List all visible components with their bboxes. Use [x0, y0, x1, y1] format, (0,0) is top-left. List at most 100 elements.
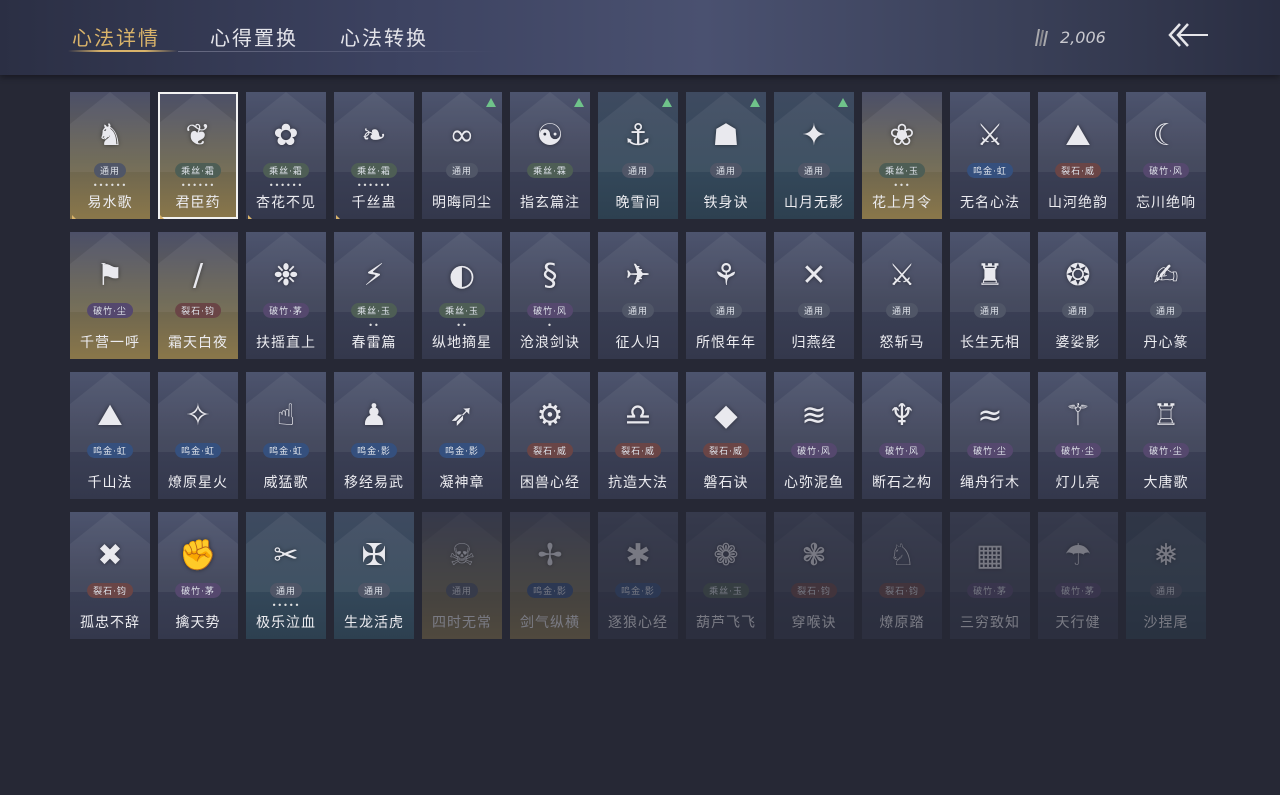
xinfa-card[interactable]: ⛰ 裂石·威 山河绝韵	[1038, 92, 1118, 219]
xinfa-card[interactable]: ⚘ 通用 所恨年年	[686, 232, 766, 359]
xinfa-card[interactable]: ⛰ 鸣金·虹 千山法	[70, 372, 150, 499]
school-badge: 裂石·威	[703, 443, 749, 458]
xinfa-card[interactable]: § 破竹·风 • 沧浪剑诀	[510, 232, 590, 359]
card-name: 大唐歌	[1143, 475, 1189, 491]
xinfa-card[interactable]: ▦ 破竹·茅三穷致知	[950, 512, 1030, 639]
xinfa-card[interactable]: ❂ 通用 婆娑影	[1038, 232, 1118, 359]
xinfa-card[interactable]: ❧ 乘丝·霜 •••••• 千丝蛊	[334, 92, 414, 219]
card-name: 花上月令	[872, 195, 932, 211]
xinfa-card[interactable]: ✢ 鸣金·影 剑气纵横	[510, 512, 590, 639]
tab-xinfa-details[interactable]: 心法详情	[72, 22, 160, 51]
xinfa-card[interactable]: ⚚ 破竹·尘 灯儿亮	[1038, 372, 1118, 499]
xinfa-card[interactable]: ✧ 鸣金·虹 燎原星火	[158, 372, 238, 499]
school-badge: 裂石·威	[1055, 163, 1101, 178]
card-name: 丹心篆	[1143, 335, 1189, 351]
xinfa-emblem-icon: ☗	[712, 118, 740, 153]
xinfa-card[interactable]: ☯ 乘丝·霖 指玄篇注	[510, 92, 590, 219]
xinfa-emblem-icon: ▦	[975, 538, 1005, 573]
xinfa-card[interactable]: ☝ 鸣金·虹 威猛歌	[246, 372, 326, 499]
xinfa-emblem-icon: ∞	[449, 118, 475, 153]
card-name: 磐石诀	[703, 475, 749, 491]
xinfa-card[interactable]: ❅ 通用 沙捏尾	[1126, 512, 1206, 639]
card-name: 征人归	[615, 335, 661, 351]
xinfa-card[interactable]: ♜ 通用 长生无相	[950, 232, 1030, 359]
card-name: 灯儿亮	[1055, 475, 1101, 491]
xinfa-card[interactable]: ♞ 通用 •••••• 易水歌	[70, 92, 150, 219]
xinfa-card[interactable]: ♆ 破竹·风 断石之构	[862, 372, 942, 499]
xinfa-card[interactable]: ❦ 乘丝·霜 •••••• 君臣药	[158, 92, 238, 219]
xinfa-card[interactable]: ∞ 通用 明晦同尘	[422, 92, 502, 219]
card-name: 燎原星火	[168, 475, 228, 491]
xinfa-card[interactable]: ✖ 裂石·钧 孤忠不辞	[70, 512, 150, 639]
xinfa-card[interactable]: ❃ 裂石·钧 穿喉诀	[774, 512, 854, 639]
xinfa-card[interactable]: ✍ 通用 丹心篆	[1126, 232, 1206, 359]
card-name: 归燕经	[791, 335, 837, 351]
tab-xinfa-convert[interactable]: 心法转换	[340, 22, 428, 51]
xinfa-card[interactable]: ⚔ 鸣金·虹 无名心法	[950, 92, 1030, 219]
upgrade-arrow-icon	[574, 98, 584, 107]
tab-xinde-swap[interactable]: 心得置换	[210, 22, 298, 51]
xinfa-card[interactable]: ✿ 乘丝·霜 •••••• 杏花不见	[246, 92, 326, 219]
school-badge: 通用	[93, 163, 127, 178]
xinfa-card[interactable]: ⚡ 乘丝·玉 •• 春雷篇	[334, 232, 414, 359]
xinfa-emblem-icon: ⚔	[976, 118, 1004, 153]
xinfa-card[interactable]: ☂ 破竹·茅 天行健	[1038, 512, 1118, 639]
xinfa-card[interactable]: / 裂石·钧 霜天白夜	[158, 232, 238, 359]
school-badge: 乘丝·霜	[351, 163, 397, 178]
xinfa-card[interactable]: ⚓ 通用 晚雪间	[598, 92, 678, 219]
xinfa-card[interactable]: ⚔ 通用 怒斩马	[862, 232, 942, 359]
active-tab-underline	[68, 50, 178, 52]
xinfa-emblem-icon: ◆	[714, 398, 738, 433]
xinfa-card[interactable]: ✈ 通用 征人归	[598, 232, 678, 359]
card-name: 指玄篇注	[520, 195, 580, 211]
back-arrow-icon[interactable]	[1166, 20, 1212, 50]
card-name: 三穷致知	[960, 615, 1020, 631]
school-badge: 破竹·茅	[967, 583, 1013, 598]
school-badge: 破竹·风	[527, 303, 573, 318]
school-badge: 乘丝·霖	[527, 163, 573, 178]
xinfa-card[interactable]: ☗ 通用 铁身诀	[686, 92, 766, 219]
xinfa-card[interactable]: ◐ 乘丝·玉 •• 纵地摘星	[422, 232, 502, 359]
equipped-corner-icon	[336, 207, 346, 219]
xinfa-emblem-icon: ❧	[361, 118, 387, 153]
xinfa-card[interactable]: ☾ 破竹·风 忘川绝响	[1126, 92, 1206, 219]
xinfa-emblem-icon: ☠	[448, 538, 476, 573]
xinfa-card[interactable]: ♖ 破竹·尘 大唐歌	[1126, 372, 1206, 499]
xinfa-card[interactable]: ✂ 通用 ••••• 极乐泣血	[246, 512, 326, 639]
xinfa-card[interactable]: ❁ 乘丝·玉 葫芦飞飞	[686, 512, 766, 639]
xinfa-emblem-icon: ⚘	[712, 258, 740, 293]
xinfa-card[interactable]: ♘ 裂石·钧 燎原踏	[862, 512, 942, 639]
xinfa-card[interactable]: ✊ 破竹·茅 擒天势	[158, 512, 238, 639]
xinfa-card[interactable]: ✱ 鸣金·影 逐狼心经	[598, 512, 678, 639]
xinfa-card[interactable]: ♟ 鸣金·影 移经易武	[334, 372, 414, 499]
school-badge: 破竹·尘	[967, 443, 1013, 458]
xinfa-card[interactable]: ⚑ 破竹·尘 千营一呼	[70, 232, 150, 359]
xinfa-emblem-icon: ✂	[273, 538, 299, 573]
xinfa-emblem-icon: ⚚	[1064, 398, 1092, 433]
xinfa-card[interactable]: ☠ 通用 四时无常	[422, 512, 502, 639]
xinfa-card[interactable]: ✦ 通用 山月无影	[774, 92, 854, 219]
xinfa-card[interactable]: ➶ 鸣金·影 凝神章	[422, 372, 502, 499]
xinfa-card[interactable]: ✠ 通用 生龙活虎	[334, 512, 414, 639]
level-dots: •••••	[271, 601, 301, 610]
school-badge: 破竹·茅	[263, 303, 309, 318]
card-name: 纵地摘星	[432, 335, 492, 351]
school-badge: 裂石·钧	[87, 583, 133, 598]
xinfa-card[interactable]: ✕ 通用 归燕经	[774, 232, 854, 359]
xinfa-card[interactable]: ❉ 破竹·茅 扶摇直上	[246, 232, 326, 359]
card-name: 抗造大法	[608, 475, 668, 491]
card-name: 剑气纵横	[520, 615, 580, 631]
card-name: 凝神章	[439, 475, 485, 491]
xinfa-card[interactable]: ◆ 裂石·威磐石诀	[686, 372, 766, 499]
xinfa-card[interactable]: ≋ 破竹·风 心弥泥鱼	[774, 372, 854, 499]
school-badge: 鸣金·虹	[263, 443, 309, 458]
xinfa-card[interactable]: ♎ 裂石·威 抗造大法	[598, 372, 678, 499]
xinfa-emblem-icon: ✊	[179, 538, 217, 573]
xinfa-card[interactable]: ⚙ 裂石·威 困兽心经	[510, 372, 590, 499]
level-dots: •	[547, 321, 553, 330]
xinfa-card[interactable]: ≈ 破竹·尘 绳舟行木	[950, 372, 1030, 499]
xinfa-emblem-icon: ❁	[713, 538, 739, 573]
xinfa-emblem-icon: ❂	[1065, 258, 1091, 293]
xinfa-card[interactable]: ❀ 乘丝·玉 ••• 花上月令	[862, 92, 942, 219]
xinfa-emblem-icon: ♆	[888, 398, 916, 433]
